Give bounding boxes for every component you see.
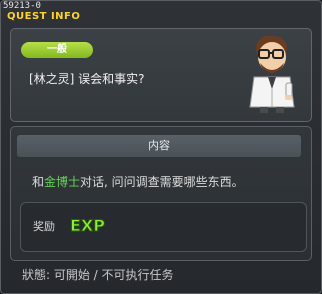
content-suffix: 对话, 问问调查需要哪些东西。 xyxy=(80,175,244,189)
content-header: 内容 xyxy=(17,135,301,157)
quest-category-badge: 一般 xyxy=(21,42,93,58)
quest-info-window: 59213-0 QUEST INFO 一般 [林之灵] 误会和事实? 内容 和金… xyxy=(0,0,322,294)
exp-text: EXP xyxy=(70,216,105,235)
reward-box: 奖励 EXP xyxy=(20,202,307,252)
quest-status: 狀態: 可開始 / 不可执行任务 xyxy=(22,268,174,282)
reward-label: 奖励 xyxy=(33,220,55,233)
exp-icon: EXP xyxy=(70,216,106,236)
npc-name: 金博士 xyxy=(44,175,81,189)
window-title: QUEST INFO xyxy=(7,11,81,22)
quest-summary-panel: 一般 [林之灵] 误会和事实? xyxy=(10,28,312,122)
content-prefix: 和 xyxy=(32,175,45,189)
quest-id: 59213-0 xyxy=(3,1,41,11)
doctor-npc-portrait-icon xyxy=(249,35,295,113)
content-text: 和金博士对话, 问问调查需要哪些东西。 xyxy=(32,173,244,190)
quest-name: [林之灵] 误会和事实? xyxy=(29,72,145,86)
quest-detail-panel: 内容 和金博士对话, 问问调查需要哪些东西。 奖励 EXP xyxy=(10,126,312,261)
